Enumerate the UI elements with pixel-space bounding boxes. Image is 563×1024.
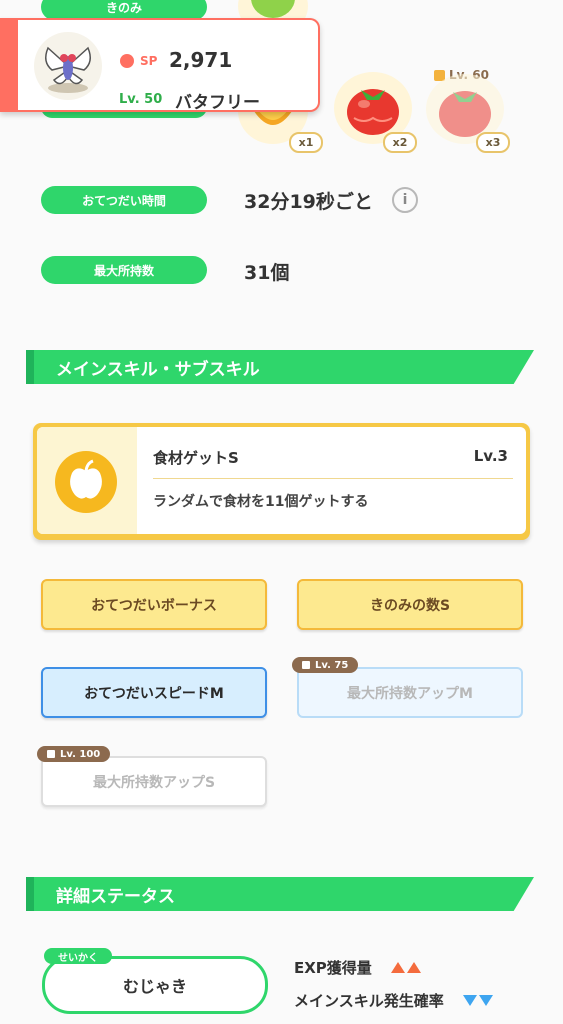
sub-skill-label: おてつだいボーナス [91,597,217,614]
divider [153,478,513,479]
berry-label: きのみ [41,0,207,20]
info-icon[interactable]: i [392,187,418,213]
sub-skill-button[interactable]: おてつだいボーナス [41,579,267,630]
sp-label: SP [140,54,158,68]
helping-time-value: 32分19秒ごと [244,191,373,213]
sub-skill-button[interactable]: おてつだいスピードM [41,667,267,718]
sub-skill-label: 最大所持数アップS [92,774,216,791]
helping-time-label: おてつだい時間 [41,186,207,214]
main-skill-description: ランダムで食材を11個ゲットする [153,494,369,510]
sub-skill-button[interactable]: きのみの数S [297,579,523,630]
main-skill-card[interactable]: 食材ゲットS Lv.3 ランダムで食材を11個ゲットする [33,423,530,540]
nature-tag: せいかく [44,948,112,964]
sp-icon [120,54,134,68]
unlock-level-tag: Lv. 75 [292,657,359,673]
ingredient-count: x3 [476,132,510,153]
section-header-details: 詳細ステータス [26,877,534,911]
main-skill-level: Lv.3 [473,447,508,465]
sub-skill-button-locked[interactable]: 最大所持数アップM [297,667,523,718]
apple-icon [55,451,117,513]
max-carry-value: 31個 [244,262,290,284]
lock-icon [302,661,310,669]
section-title: 詳細ステータス [56,886,175,907]
sub-skill-button-locked[interactable]: 最大所持数アップS [41,756,267,807]
nature-box[interactable]: むじゃき [42,956,268,1014]
main-skill-name: 食材ゲットS [153,449,239,467]
header-stripe [26,877,34,911]
max-carry-label: 最大所持数 [41,256,207,284]
pokemon-level: Lv. 50 [119,92,163,107]
sub-skill-label: 最大所持数アップM [347,685,473,702]
down-arrow-icon [462,992,493,1010]
header-stripe [26,350,34,384]
nature-effect-up: EXP獲得量 [294,957,422,978]
sub-skill-label: きのみの数S [369,597,451,614]
sp-value: 2,971 [169,48,233,72]
pokemon-avatar [34,32,102,100]
ingredient-count: x1 [289,132,323,153]
section-header-skills: メインスキル・サブスキル [26,350,534,384]
pokemon-header-card[interactable]: SP 2,971 Lv. 50 バタフリー [0,18,320,113]
pokemon-name: バタフリー [175,93,260,113]
ingredient-count: x2 [383,132,417,153]
up-arrow-icon [391,959,422,977]
nature-value: むじゃき [122,977,187,996]
nature-effect-down: メインスキル発生確率 [294,990,493,1011]
section-title: メインスキル・サブスキル [56,359,260,380]
sub-skill-label: おてつだいスピードM [84,685,224,702]
unlock-level-tag: Lv. 100 [37,746,111,762]
accent-bar [0,20,18,110]
lock-icon [47,750,55,758]
